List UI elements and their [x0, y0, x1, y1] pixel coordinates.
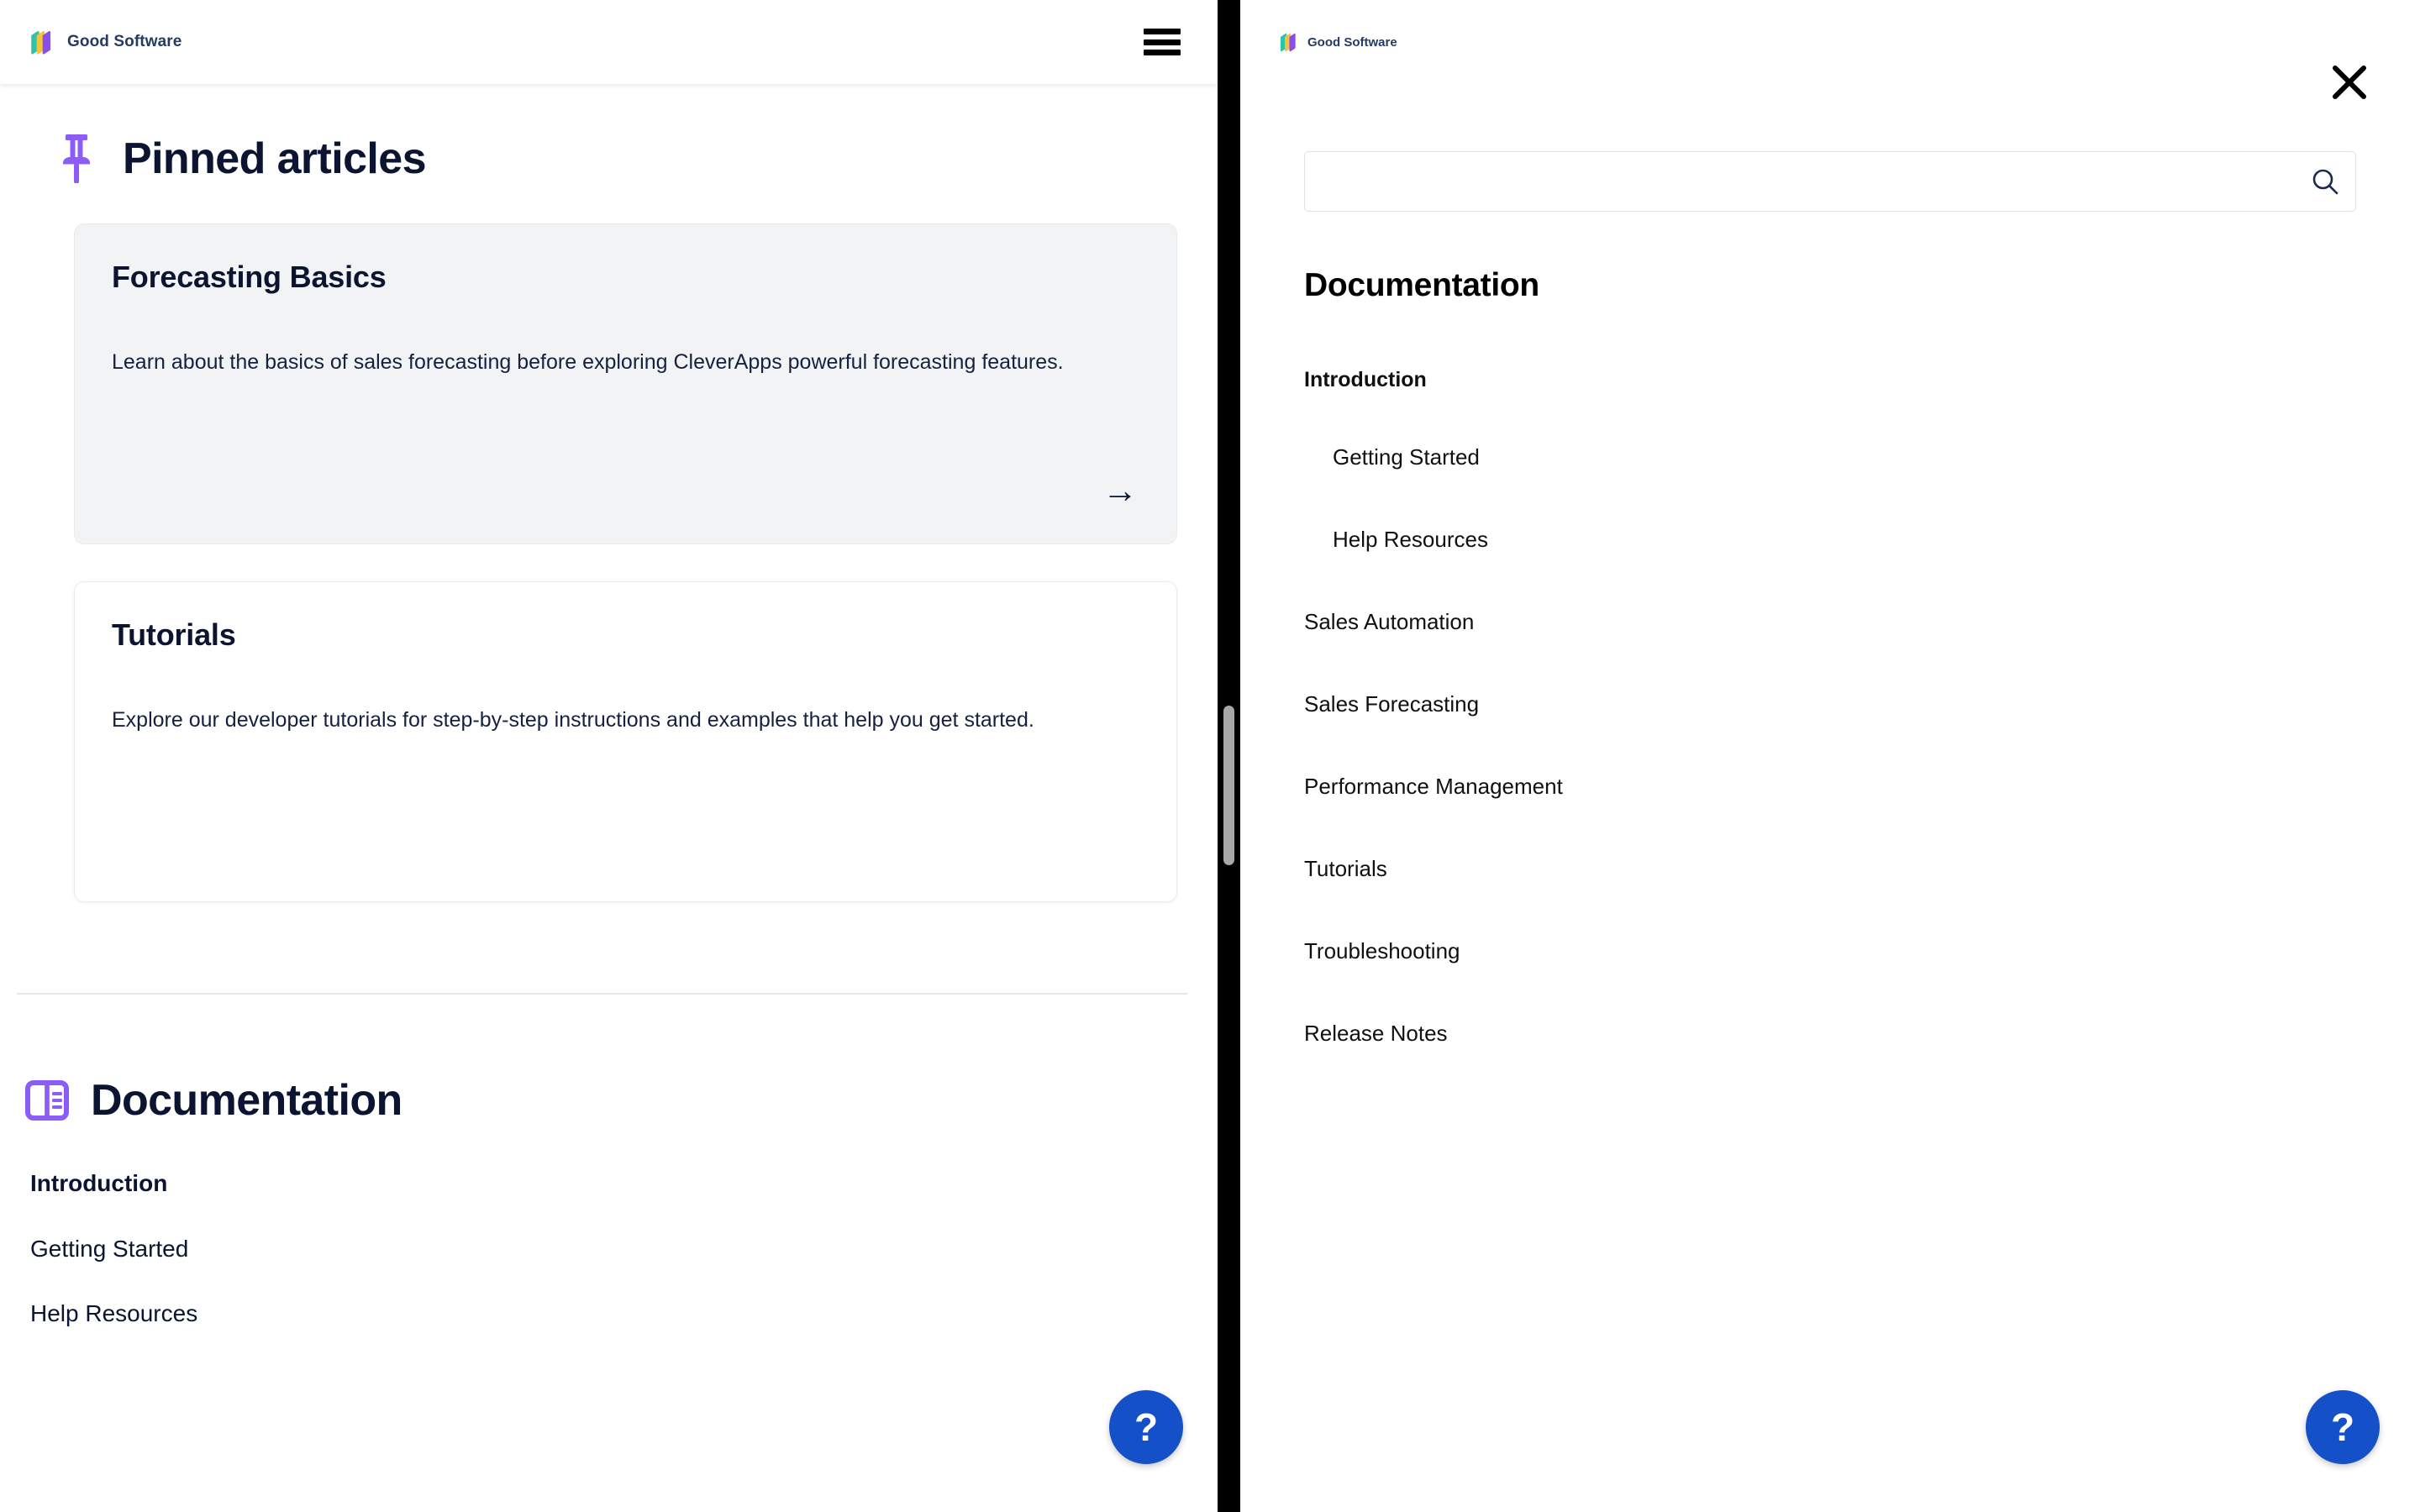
arrow-right-icon[interactable]: →: [1102, 473, 1138, 508]
documentation-header: Documentation: [0, 1079, 1218, 1122]
brand-logo[interactable]: Good Software: [27, 27, 182, 57]
sidebar-item-introduction[interactable]: Introduction: [30, 1169, 1218, 1198]
nav-item-getting-started[interactable]: Getting Started: [1304, 417, 2356, 499]
scrollbar-thumb[interactable]: [1223, 706, 1234, 865]
card-title: Forecasting Basics: [112, 260, 387, 294]
widget-header: Good Software: [0, 0, 1218, 84]
app-screen: Good Software Pinned articles Forecastin…: [0, 0, 2420, 1512]
documentation-title: Documentation: [1304, 267, 1539, 303]
panel-separator: [1218, 0, 1240, 1512]
pushpin-icon: [55, 133, 97, 185]
nav-item-release-notes[interactable]: Release Notes: [1304, 993, 2356, 1075]
widget-preview-panel: Good Software Pinned articles Forecastin…: [0, 0, 1218, 1512]
panel-header: Good Software: [1240, 0, 2420, 102]
article-card-tutorials[interactable]: Tutorials Explore our developer tutorial…: [74, 581, 1177, 902]
hamburger-bar: [1144, 50, 1181, 55]
hamburger-bar: [1144, 29, 1181, 34]
card-description: Learn about the basics of sales forecast…: [112, 350, 1064, 375]
panel-body: Documentation Introduction Getting Start…: [1240, 102, 2420, 1075]
stacked-cubes-logo-icon: [27, 27, 56, 57]
pinned-cards-list: Forecasting Basics Learn about the basic…: [0, 185, 1218, 902]
sidebar-item-help-resources[interactable]: Help Resources: [30, 1299, 1218, 1328]
widget-content: Pinned articles Forecasting Basics Learn…: [0, 84, 1218, 1512]
nav-item-performance-management[interactable]: Performance Management: [1304, 746, 2356, 828]
close-x-icon[interactable]: [2329, 62, 2370, 102]
search-icon[interactable]: [2295, 152, 2355, 211]
search-bar[interactable]: [1304, 151, 2356, 212]
documentation-nav: Introduction Getting Started Help Resour…: [0, 1122, 1218, 1328]
search-input[interactable]: [1305, 152, 2295, 211]
article-card-forecasting-basics[interactable]: Forecasting Basics Learn about the basic…: [74, 223, 1177, 544]
documentation-title: Documentation: [91, 1076, 402, 1125]
help-button[interactable]: ?: [1109, 1390, 1183, 1464]
nav-item-troubleshooting[interactable]: Troubleshooting: [1304, 911, 2356, 993]
help-button[interactable]: ?: [2306, 1390, 2380, 1464]
pinned-articles-header: Pinned articles: [0, 84, 1218, 185]
page-title: Pinned articles: [123, 134, 427, 183]
nav-item-help-resources[interactable]: Help Resources: [1304, 499, 2356, 581]
book-layout-icon: [25, 1079, 69, 1122]
documentation-section: Documentation Introduction Getting Start…: [0, 995, 1218, 1328]
nav-item-sales-automation[interactable]: Sales Automation: [1304, 581, 2356, 664]
card-description: Explore our developer tutorials for step…: [112, 708, 1034, 732]
stacked-cubes-logo-icon: [1277, 30, 1300, 54]
brand-logo[interactable]: Good Software: [1277, 30, 1397, 54]
documentation-nav: Introduction Getting Started Help Resour…: [1304, 343, 2356, 1075]
nav-item-tutorials[interactable]: Tutorials: [1304, 828, 2356, 911]
card-title: Tutorials: [112, 617, 236, 652]
hamburger-bar: [1144, 39, 1181, 45]
nav-item-sales-forecasting[interactable]: Sales Forecasting: [1304, 664, 2356, 746]
nav-item-introduction[interactable]: Introduction: [1304, 343, 2356, 417]
brand-name: Good Software: [1307, 34, 1397, 50]
sidebar-item-getting-started[interactable]: Getting Started: [30, 1235, 1218, 1263]
brand-name: Good Software: [67, 33, 182, 50]
documentation-panel: Good Software Documentation Introduction…: [1240, 0, 2420, 1512]
hamburger-menu-icon[interactable]: [1144, 29, 1181, 55]
